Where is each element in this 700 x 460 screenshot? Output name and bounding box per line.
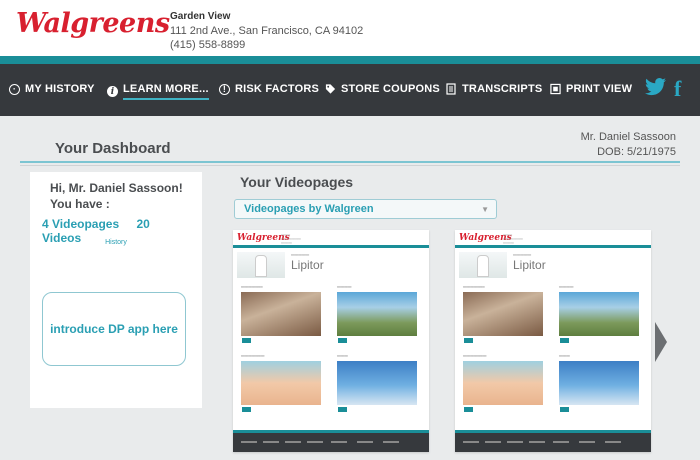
videopage-card[interactable]: Walgreens ━━━━━ ━━━━━━━━━━━ ━━━━━━ ━━━━━━━… — [233, 230, 429, 452]
alert-icon: ! — [219, 83, 230, 95]
nav-label: RISK FACTORS — [235, 83, 320, 95]
videopages-select[interactable]: Videopages by Walgreen ▼ — [234, 199, 497, 219]
section-label: ━━━━━━━━━━━━━ — [463, 354, 487, 358]
card-store-info: ━━━━━ ━━━━━━━━━━━ ━━━━━━ — [281, 233, 301, 245]
nav-label: LEARN MORE... — [123, 83, 209, 100]
header: Walgreens Garden View 111 2nd Ave., San … — [0, 0, 700, 56]
video-thumbnail[interactable] — [463, 361, 543, 405]
nav-item-transcripts[interactable]: TRANSCRIPTS — [446, 83, 542, 95]
drug-subtitle: ━━━━━━━━━━ — [291, 253, 310, 257]
videopages-count-link[interactable]: 4 Videopages — [42, 217, 119, 231]
video-thumbnail[interactable] — [463, 292, 543, 336]
nav-item-risk-factors[interactable]: ! RISK FACTORS — [219, 83, 319, 95]
drug-banner: ━━━━━━━━━━ Lipitor — [459, 252, 627, 278]
videopages-title: Your Videopages — [240, 174, 354, 190]
document-icon — [446, 83, 457, 95]
you-have-label: You have : — [50, 197, 110, 211]
section-label: ━━━━━━━━ — [559, 285, 574, 289]
play-button[interactable] — [464, 338, 473, 343]
pharmacist-image — [459, 252, 507, 278]
pharmacist-image — [237, 252, 285, 278]
select-value: Videopages by Walgreen — [244, 203, 374, 215]
video-thumbnail[interactable] — [559, 292, 639, 336]
greeting: Hi, Mr. Daniel Sassoon! You have : — [50, 180, 183, 212]
play-button[interactable] — [242, 407, 251, 412]
play-button[interactable] — [560, 338, 569, 343]
main-nav: · MY HISTORY i LEARN MORE... ! RISK FACT… — [0, 64, 700, 116]
nav-label: STORE COUPONS — [341, 83, 440, 95]
card-header: Walgreens ━━━━━ ━━━━━━━━━━━ ━━━━━━ — [233, 230, 429, 248]
video-thumbnail[interactable] — [337, 292, 417, 336]
facebook-icon[interactable]: f — [674, 76, 681, 102]
section-label: ━━━━━━━━━━━━ — [463, 285, 485, 289]
section-label: ━━━━━━━━━━━━━ — [241, 354, 265, 358]
nav-item-print-view[interactable]: PRINT VIEW — [550, 83, 632, 95]
nav-item-learn-more[interactable]: i LEARN MORE... — [107, 83, 209, 100]
video-thumbnail[interactable] — [241, 361, 321, 405]
store-name: Garden View — [170, 11, 231, 22]
divider — [20, 161, 680, 163]
nav-label: TRANSCRIPTS — [462, 83, 543, 95]
drug-banner: ━━━━━━━━━━ Lipitor — [237, 252, 405, 278]
play-button[interactable] — [560, 407, 569, 412]
print-icon — [550, 83, 561, 95]
info-icon: i — [107, 86, 118, 97]
play-button[interactable] — [338, 338, 347, 343]
nav-item-store-coupons[interactable]: STORE COUPONS — [325, 83, 440, 95]
walgreens-logo[interactable]: Walgreens — [16, 8, 170, 39]
drug-name: Lipitor — [513, 258, 546, 272]
nav-label: MY HISTORY — [25, 83, 95, 95]
user-name: Mr. Daniel Sassoon — [580, 131, 676, 143]
card-store-info: ━━━━━ ━━━━━━━━━━━ ━━━━━━ — [503, 233, 523, 245]
section-label: ━━━━━━━━━━━━ — [241, 285, 263, 289]
greeting-text: Hi, Mr. Daniel Sassoon! — [50, 181, 183, 195]
play-button[interactable] — [464, 407, 473, 412]
divider — [20, 165, 680, 166]
twitter-icon[interactable] — [645, 78, 667, 102]
card-header: Walgreens ━━━━━ ━━━━━━━━━━━ ━━━━━━ — [455, 230, 651, 248]
summary-panel: Hi, Mr. Daniel Sassoon! You have : 4 Vid… — [30, 172, 202, 408]
section-label: ━━━━━━━━ — [337, 285, 352, 289]
play-button[interactable] — [338, 407, 347, 412]
history-link[interactable]: History — [30, 239, 202, 246]
card-footer-nav — [233, 430, 429, 452]
store-info: Garden View 111 2nd Ave., San Francisco,… — [170, 10, 363, 52]
nav-label: PRINT VIEW — [566, 83, 633, 95]
user-info: Mr. Daniel Sassoon DOB: 5/21/1975 — [581, 130, 676, 160]
store-address: 111 2nd Ave., San Francisco, CA 94102 — [170, 25, 364, 37]
page-title: Your Dashboard — [55, 140, 171, 157]
chevron-down-icon: ▼ — [481, 205, 489, 214]
next-arrow-icon[interactable] — [655, 322, 667, 362]
videopage-card[interactable]: Walgreens ━━━━━ ━━━━━━━━━━━ ━━━━━━ ━━━━━━━… — [455, 230, 651, 452]
drug-name: Lipitor — [291, 258, 324, 272]
card-footer-nav — [455, 430, 651, 452]
video-thumbnail[interactable] — [241, 292, 321, 336]
intro-dp-app-box[interactable]: introduce DP app here — [42, 292, 186, 366]
drug-subtitle: ━━━━━━━━━━ — [513, 253, 532, 257]
section-label: ━━━━━━ — [559, 354, 570, 358]
section-label: ━━━━━━ — [337, 354, 348, 358]
tag-icon — [325, 84, 336, 95]
play-button[interactable] — [242, 338, 251, 343]
nav-item-my-history[interactable]: · MY HISTORY — [9, 83, 95, 95]
clock-icon: · — [9, 83, 20, 95]
store-phone: (415) 558-8899 — [170, 39, 246, 51]
video-thumbnail[interactable] — [337, 361, 417, 405]
user-dob: DOB: 5/21/1975 — [597, 146, 676, 158]
header-divider — [0, 56, 700, 64]
video-thumbnail[interactable] — [559, 361, 639, 405]
